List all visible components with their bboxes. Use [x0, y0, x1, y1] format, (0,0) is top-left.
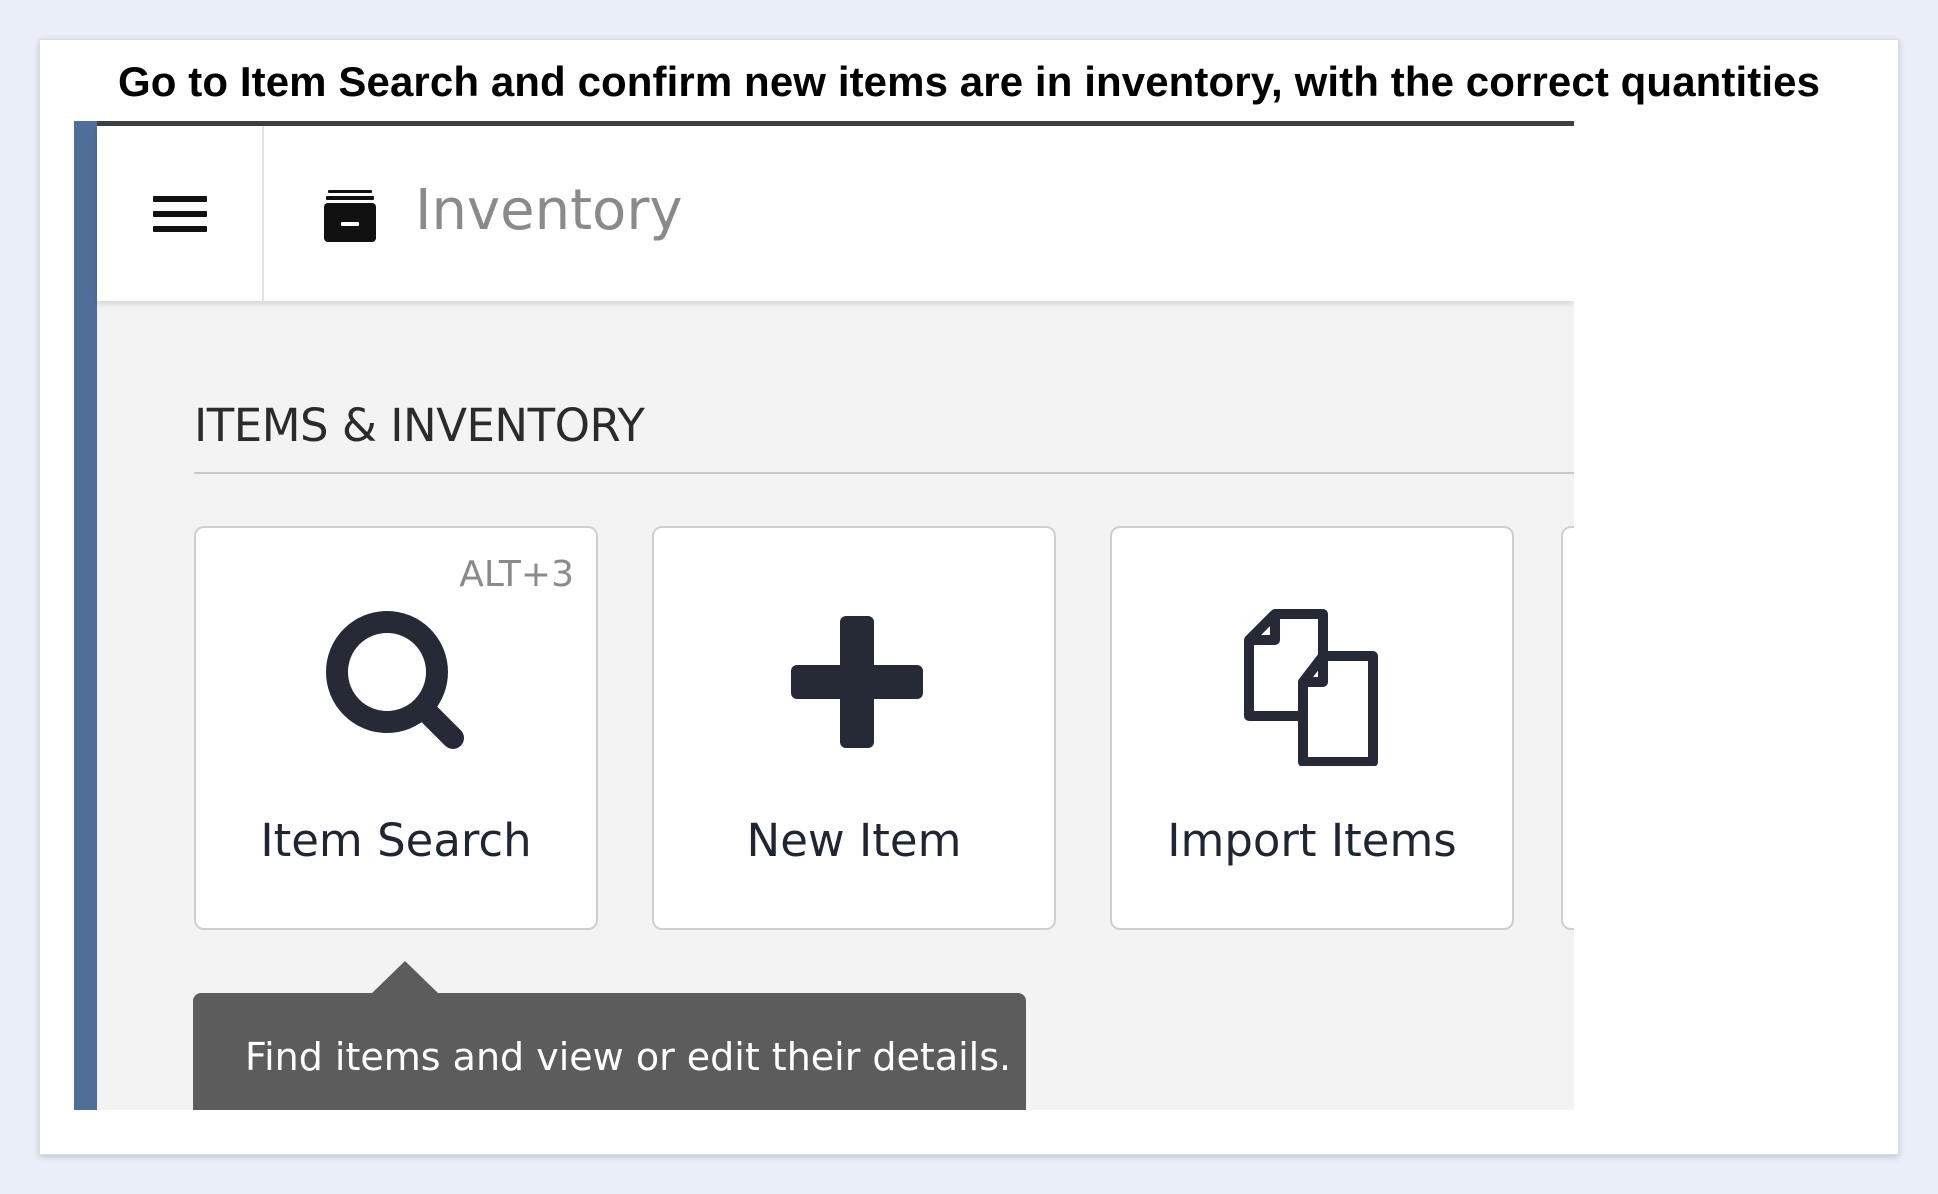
documents-icon: [1244, 609, 1378, 766]
plus-icon: [791, 616, 923, 748]
page-title: Inventory: [415, 178, 683, 243]
item-search-tile[interactable]: ALT+3 Item Search: [194, 526, 598, 930]
partial-tile[interactable]: [1561, 526, 1574, 930]
menu-button[interactable]: [97, 126, 264, 301]
tooltip-text: Find items and view or edit their detail…: [245, 1035, 1012, 1079]
archive-box-icon: [324, 190, 376, 242]
instruction-card: Go to Item Search and confirm new items …: [39, 39, 1899, 1155]
new-item-tile[interactable]: New Item: [652, 526, 1056, 930]
tile-label: Import Items: [1167, 814, 1457, 867]
search-icon: [326, 611, 464, 749]
hamburger-menu-icon: [152, 187, 207, 241]
shortcut-label: ALT+3: [459, 554, 574, 595]
tooltip: Find items and view or edit their detail…: [193, 993, 1026, 1110]
app-header: Inventory: [97, 126, 1574, 301]
app-screenshot: Inventory ITEMS & INVENTORY ALT+3 Item S…: [74, 121, 1574, 1110]
left-accent-bar: [74, 121, 97, 1110]
task-instruction: Go to Item Search and confirm new items …: [117, 58, 1821, 105]
section-divider: [194, 472, 1574, 474]
tile-label: Item Search: [260, 814, 532, 867]
section-title: ITEMS & INVENTORY: [194, 399, 645, 452]
tooltip-arrow: [371, 961, 439, 994]
import-items-tile[interactable]: Import Items: [1110, 526, 1514, 930]
tile-label: New Item: [746, 814, 962, 867]
